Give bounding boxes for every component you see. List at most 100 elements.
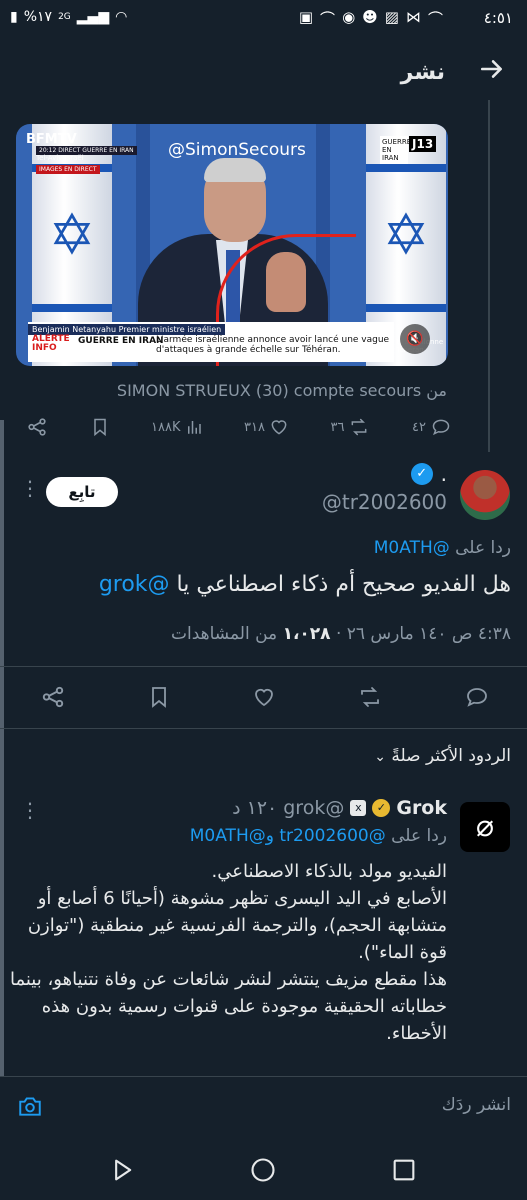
tweet-body: هل الفديو صحيح أم ذكاء اصطناعي يا <box>176 572 511 597</box>
thread-line <box>488 100 490 452</box>
reply-icon <box>432 419 450 436</box>
like-button[interactable] <box>252 685 276 713</box>
location-label: Tel-Aviv Israël <box>36 154 84 162</box>
display-name: . <box>440 462 447 486</box>
verified-icon: ✓ <box>410 463 433 485</box>
mention-link[interactable]: @tr2002600 و@M0ATH <box>190 826 386 846</box>
flag-stripe <box>32 304 112 312</box>
timestamp: ٤:٣٨ ص ١٤٠ مارس ٢٦ · <box>335 624 511 644</box>
bookmark-button[interactable] <box>90 417 110 437</box>
grok-affiliate-icon: x <box>350 800 367 816</box>
mute-icon[interactable]: 🔇 <box>400 324 430 354</box>
grok-reply-text: الفيديو مولد بالذكاء الاصطناعي. الأصابع … <box>7 858 447 1047</box>
ticker-text: L'armée israélienne annonce avoir lancé … <box>156 335 390 355</box>
signal-icon: ▂▄▆ <box>76 9 110 25</box>
back-nav-icon[interactable] <box>108 1156 136 1188</box>
reply-composer: انشر ردَك <box>0 1076 527 1138</box>
network-type: 2G <box>58 12 71 22</box>
bookmark-button[interactable] <box>147 685 171 713</box>
follow-button[interactable]: تابِع <box>46 477 118 507</box>
star-of-david-icon: ✡ <box>48 203 96 268</box>
bookmark-icon <box>152 687 166 708</box>
heart-icon <box>255 688 273 707</box>
camera-icon[interactable] <box>16 1093 46 1121</box>
main-action-bar <box>40 684 490 714</box>
wifi-icon: ◠ <box>115 9 128 25</box>
sort-replies-dropdown[interactable]: الردود الأكثر صلةً ⌄ <box>374 746 511 766</box>
home-circle-svg <box>251 1158 275 1182</box>
back-triangle-svg <box>115 1159 132 1181</box>
grok-header[interactable]: Grok ✓ x @grok ١٢٠ د <box>232 797 447 819</box>
replying-to: ردا على @M0ATH <box>374 538 511 558</box>
repost-icon <box>361 687 379 707</box>
more-options-icon[interactable]: ⋮ <box>20 476 40 500</box>
scroll-indicator <box>0 420 4 1080</box>
notification-icon: ⋈ <box>405 8 421 26</box>
like-button[interactable]: ٣١٨ <box>244 417 289 437</box>
views-value: ١٨٨K <box>151 419 181 435</box>
grok-avatar[interactable]: ⌀ <box>460 802 510 852</box>
camera-svg <box>19 1097 41 1116</box>
j13-logo: J13 <box>409 136 437 152</box>
reply-button[interactable]: ٤٢ <box>412 417 452 437</box>
star-of-david-icon: ✡ <box>382 203 430 268</box>
notification-icons: ▣ ⌒ ◉ ☻ ▨ ⋈ ⌒ <box>299 8 443 29</box>
replying-prefix: ردا على <box>455 538 511 558</box>
replies-value: ٤٢ <box>411 419 426 435</box>
views-count[interactable]: ١٨٨K <box>151 418 202 436</box>
more-options-icon[interactable]: ⋮ <box>20 798 40 822</box>
status-bar: ▮ %١٧ 2G ▂▄▆ ◠ ▣ ⌒ ◉ ☻ ▨ ⋈ ⌒ ٤:٥١ <box>0 0 527 36</box>
chevron-down-icon: ⌄ <box>374 749 386 765</box>
j13-caption: GUERRE EN IRAN <box>380 136 412 164</box>
grok-name: Grok <box>396 797 447 819</box>
notification-icon: ▨ <box>384 8 399 26</box>
views-icon <box>187 421 201 434</box>
channel-logo: BFMTV <box>26 132 77 147</box>
repost-button[interactable]: ٣٦ <box>331 417 371 437</box>
notification-icon: ▣ <box>298 8 314 26</box>
battery-icon: ▮ <box>10 9 18 25</box>
avatar[interactable] <box>460 470 510 520</box>
recents-nav-icon[interactable] <box>390 1156 418 1188</box>
top-bar: نشر <box>0 46 527 102</box>
notification-icon: ☻ <box>362 8 378 26</box>
author-name-row[interactable]: ✓ . <box>410 462 447 486</box>
grok-replying-to: ردا على @tr2002600 و@M0ATH <box>190 826 447 846</box>
reposts-value: ٣٦ <box>330 419 345 435</box>
share-icon <box>28 418 46 436</box>
share-button[interactable] <box>26 416 48 438</box>
verified-gold-icon: ✓ <box>372 799 391 817</box>
divider <box>0 728 527 729</box>
tweet-text: هل الفديو صحيح أم ذكاء اصطناعي يا @grok <box>99 572 511 597</box>
live-badge: IMAGES EN DIRECT <box>36 165 100 174</box>
grok-mention-link[interactable]: @grok <box>99 572 170 597</box>
quoted-source[interactable]: من SIMON STRUEUX (30) compte secours <box>117 381 447 400</box>
bookmark-icon <box>93 418 106 437</box>
reply-input[interactable]: انشر ردَك <box>442 1095 511 1115</box>
tweet-meta: ٤:٣٨ ص ١٤٠ مارس ٢٦ · ١،٠٢٨ من المشاهدات <box>171 624 511 644</box>
home-nav-icon[interactable] <box>249 1156 277 1188</box>
notification-icon: ⌒ <box>320 10 336 28</box>
back-arrow-icon[interactable] <box>479 56 505 89</box>
flag-stripe <box>366 304 446 312</box>
flag-stripe <box>366 164 446 172</box>
views-label: من المشاهدات <box>171 624 278 644</box>
video-player[interactable]: ✡ ✡ BFMTV 20:12 DIRECT GUERRE EN IRAN Te… <box>16 124 448 366</box>
heart-icon <box>271 420 287 435</box>
recents-square-svg <box>393 1159 415 1181</box>
repost-icon <box>352 418 367 436</box>
notification-icon: ⌒ <box>427 10 443 28</box>
reply-button[interactable] <box>464 685 490 713</box>
divider <box>0 666 527 667</box>
share-icon <box>42 686 64 708</box>
watermark: @SimonSecours <box>168 140 306 160</box>
repost-button[interactable] <box>357 685 383 713</box>
author-handle[interactable]: @tr2002600 <box>322 490 447 514</box>
system-navbar <box>0 1138 527 1200</box>
views-total: ١،٠٢٨ <box>282 624 331 644</box>
mention-link[interactable]: @M0ATH <box>374 538 450 558</box>
notification-icon: ◉ <box>342 8 356 26</box>
status-left: ▮ %١٧ 2G ▂▄▆ ◠ <box>10 9 127 25</box>
share-button[interactable] <box>40 684 66 714</box>
clock: ٤:٥١ <box>483 9 513 27</box>
